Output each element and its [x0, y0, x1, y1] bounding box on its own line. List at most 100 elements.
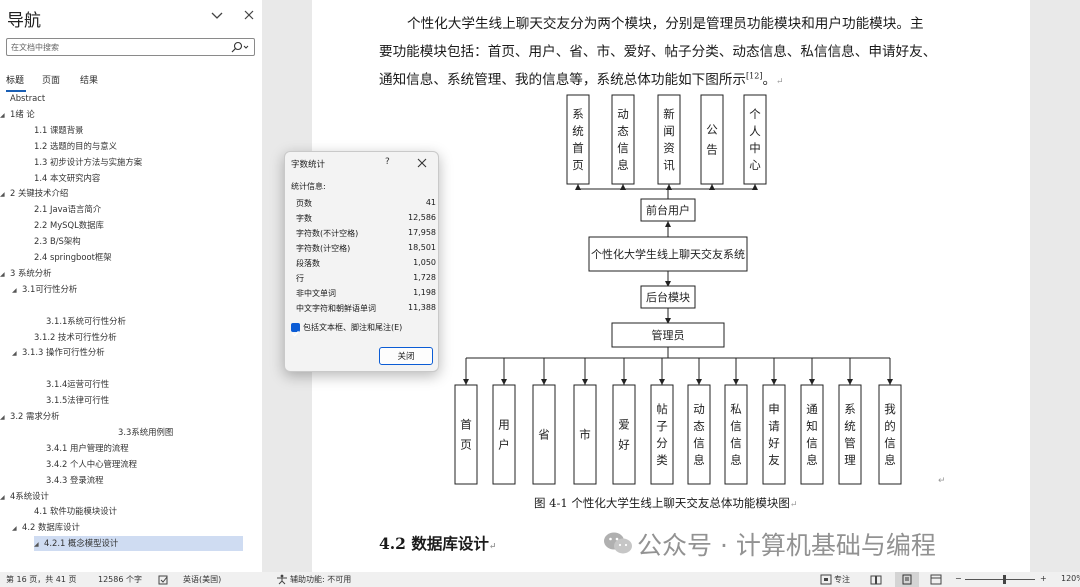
system-label: 个性化大学生线上聊天交友系统: [591, 247, 745, 261]
tab-headings[interactable]: 标题: [6, 73, 24, 86]
admin-module-box: [724, 384, 748, 485]
nav-tree-item[interactable]: 1.1 课题背景: [34, 123, 83, 138]
zoom-in-button[interactable]: +: [1040, 574, 1047, 583]
expand-triangle-icon[interactable]: ◢: [0, 490, 10, 505]
nav-tree-item[interactable]: ◢ 3.1.3 操作可行性分析: [12, 345, 105, 360]
focus-icon[interactable]: [820, 574, 832, 585]
stat-value: 41: [425, 198, 436, 207]
nav-tree-item[interactable]: 3.4.1 用户管理的流程: [46, 441, 129, 456]
nav-tree-item[interactable]: ◢ 4.2.1 概念模型设计: [34, 536, 243, 552]
focus-mode-button[interactable]: 专注: [834, 574, 850, 585]
stat-label: 页数: [296, 199, 312, 208]
nav-tree-item-label: 3.1.4运营可行性: [46, 379, 110, 390]
nav-tree-item[interactable]: 2.3 B/S架构: [34, 234, 81, 249]
nav-tree-item-label: 3.1.5法律可行性: [46, 395, 110, 406]
accessibility-icon[interactable]: [276, 574, 288, 585]
stat-value: 17,958: [408, 228, 436, 237]
expand-triangle-icon[interactable]: ◢: [12, 521, 22, 536]
expand-triangle-icon[interactable]: ◢: [34, 537, 44, 552]
nav-tree-item[interactable]: ◢ 4系统设计: [0, 489, 49, 504]
nav-tree-item[interactable]: 3.4.3 登录流程: [46, 473, 103, 488]
nav-tree-item[interactable]: ◢ 4.2 数据库设计: [12, 520, 80, 535]
page-indicator[interactable]: 第 16 页，共 41 页: [6, 574, 77, 585]
wechat-logo-icon: [604, 532, 632, 554]
nav-tree-item[interactable]: ◢ 3 系统分析: [0, 266, 52, 281]
nav-tree-item[interactable]: 3.1.2 技术可行性分析: [34, 330, 117, 345]
include-textboxes-checkbox[interactable]: [291, 323, 300, 337]
nav-tree-item[interactable]: 3.1.1系统可行性分析: [46, 314, 126, 329]
zoom-out-button[interactable]: −: [955, 574, 962, 583]
expand-triangle-icon[interactable]: ◢: [0, 410, 10, 425]
nav-tree-item[interactable]: 3.1.4运营可行性: [46, 377, 109, 392]
nav-tree-item[interactable]: ◢ 3.1可行性分析: [12, 282, 77, 297]
arrow-head: [887, 379, 893, 385]
help-button[interactable]: ?: [385, 157, 390, 167]
nav-tree-item[interactable]: 2.1 Java语言简介: [34, 202, 101, 217]
close-button[interactable]: 关闭: [379, 347, 433, 365]
language-indicator[interactable]: 英语(美国): [183, 574, 221, 585]
nav-tree-item[interactable]: 1.4 本文研究内容: [34, 171, 100, 186]
tab-results[interactable]: 结果: [80, 73, 98, 86]
nav-tree-item[interactable]: 2.4 springboot框架: [34, 250, 112, 265]
expand-triangle-icon[interactable]: ◢: [0, 267, 10, 282]
close-icon[interactable]: [242, 8, 256, 22]
nav-tree-item[interactable]: Abstract: [10, 93, 45, 106]
nav-tree-item-label: 2.1 Java语言简介: [34, 204, 102, 215]
nav-tree-item-label: 1.1 课题背景: [34, 124, 84, 135]
tab-pages[interactable]: 页面: [42, 73, 60, 86]
word-count-indicator[interactable]: 12586 个字: [98, 574, 142, 585]
stat-label: 非中文单词: [296, 289, 336, 298]
stat-label: 字符数(不计空格): [296, 229, 359, 238]
arrow-head: [696, 379, 702, 385]
nav-tree-item[interactable]: 3.4.2 个人中心管理流程: [46, 457, 137, 472]
heading-tree: Abstract ◢ 1绪 论 1.1 课题背景 1.2 选题的目的与意义 1.3 初步设…: [0, 93, 262, 563]
accessibility-indicator[interactable]: 辅助功能: 不可用: [290, 574, 351, 585]
admin-module-label: 市: [579, 428, 591, 442]
zoom-slider-track[interactable]: [965, 579, 1035, 580]
nav-tree-item-label: 1绪 论: [10, 108, 35, 119]
stat-row-chars-with-spaces: 字符数(计空格) 18,501: [296, 243, 436, 257]
nav-tree-item-label: 3.4.1 用户管理的流程: [46, 442, 129, 453]
nav-tree-item-label: 3.1可行性分析: [22, 283, 78, 294]
expand-triangle-icon[interactable]: ◢: [0, 108, 10, 123]
nav-tree-item[interactable]: ◢ 1绪 论: [0, 107, 35, 122]
close-icon[interactable]: [416, 157, 428, 169]
nav-tree-item[interactable]: 3.3系统用例图: [118, 425, 173, 440]
admin-module-box: [454, 384, 478, 485]
nav-tree-item[interactable]: 1.3 初步设计方法与实施方案: [34, 155, 142, 170]
print-layout-icon[interactable]: [901, 574, 913, 585]
nav-tree-item-label: 3.2 需求分析: [10, 411, 60, 421]
nav-tree-item[interactable]: 3.1.5法律可行性: [46, 393, 109, 408]
web-layout-icon[interactable]: [930, 574, 942, 585]
admin-module-box: [762, 384, 786, 485]
nav-tree-item[interactable]: ◢ 3.2 需求分析: [0, 409, 59, 424]
expand-triangle-icon[interactable]: ◢: [0, 187, 10, 202]
chevron-down-icon[interactable]: [210, 8, 224, 22]
zoom-slider-thumb[interactable]: [1003, 575, 1006, 584]
stat-row-lines: 行 1,728: [296, 273, 436, 287]
read-mode-icon[interactable]: [870, 574, 882, 585]
nav-tree-item[interactable]: 1.2 选题的目的与意义: [34, 139, 117, 154]
stat-row-non-chinese-words: 非中文单词 1,198: [296, 288, 436, 302]
stat-value: 12,586: [408, 213, 436, 222]
admin-module-box: [800, 384, 824, 485]
nav-tree-item[interactable]: 2.2 MySQL数据库: [34, 218, 104, 233]
expand-triangle-icon[interactable]: ◢: [12, 346, 22, 361]
include-textboxes-label[interactable]: 包括文本框、脚注和尾注(E): [303, 322, 402, 333]
search-icon[interactable]: [230, 41, 250, 54]
nav-tree-item-label: 4.1 软件功能模块设计: [34, 506, 117, 517]
stat-row-paragraphs: 段落数 1,050: [296, 258, 436, 272]
nav-tree-item-label: 1.4 本文研究内容: [34, 172, 101, 183]
search-input[interactable]: [11, 39, 221, 55]
nav-tree-item[interactable]: ◢ 2 关键技术介绍: [0, 186, 68, 201]
nav-tree-item-label: Abstract: [10, 93, 46, 103]
admin-module-box: [492, 384, 516, 485]
proofing-icon[interactable]: [158, 575, 169, 585]
stat-value: 1,728: [413, 273, 436, 282]
nav-tree-item-label: 4.2 数据库设计: [22, 522, 80, 533]
zoom-level[interactable]: 120%: [1061, 574, 1080, 583]
status-bar: 第 16 页，共 41 页 12586 个字 英语(美国) 辅助功能: 不可用 …: [0, 572, 1080, 587]
nav-tree-item[interactable]: 4.1 软件功能模块设计: [34, 504, 117, 519]
expand-triangle-icon[interactable]: ◢: [12, 283, 22, 298]
front-user-label: 前台用户: [646, 203, 690, 217]
